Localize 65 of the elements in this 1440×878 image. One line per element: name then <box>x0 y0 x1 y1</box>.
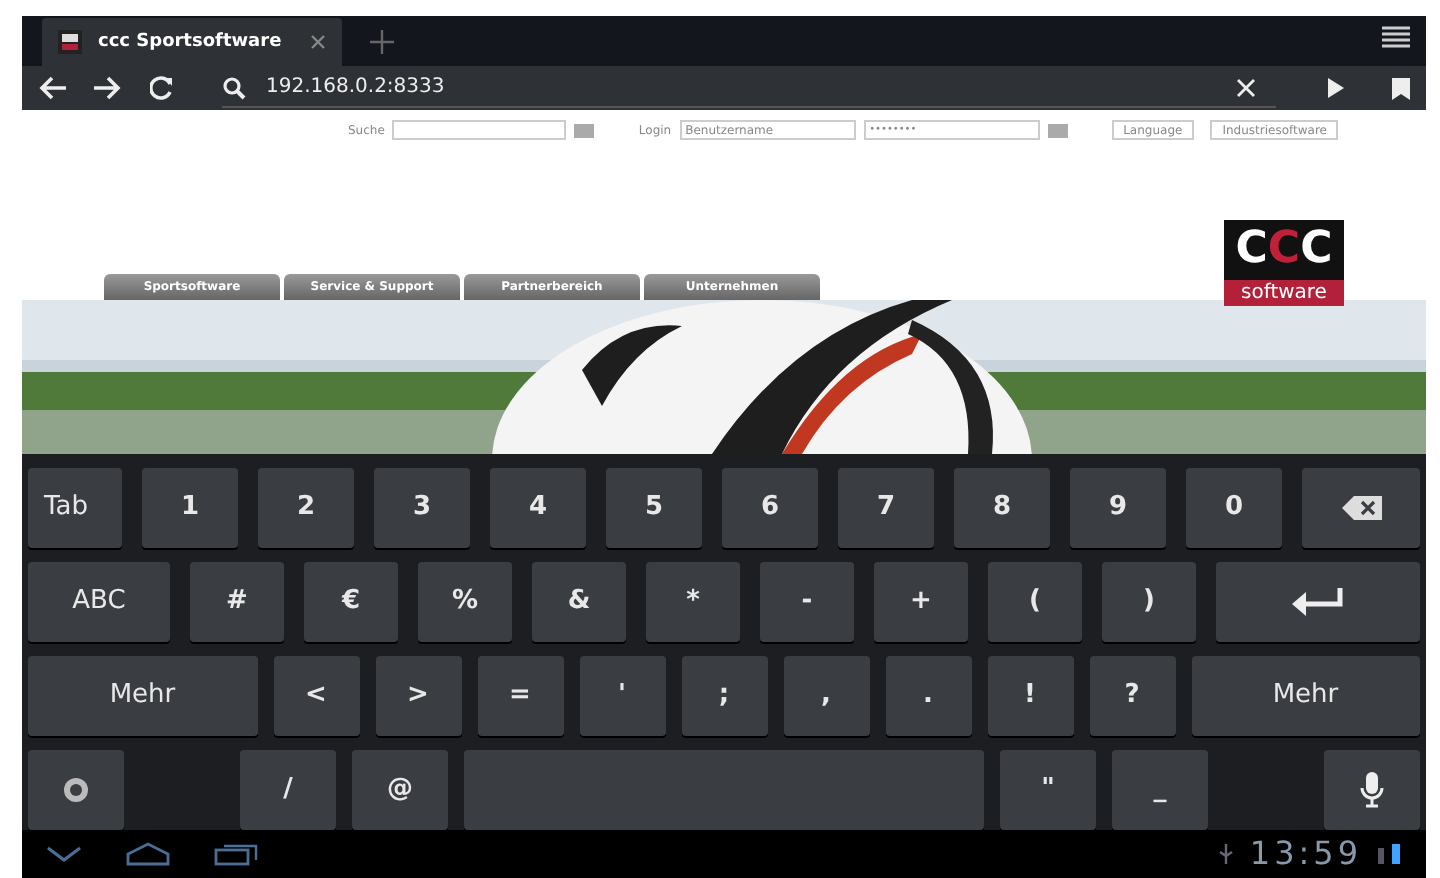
keyboard-key[interactable]: 9 <box>1070 468 1166 548</box>
keyboard-key[interactable]: 3 <box>374 468 470 548</box>
keyboard-key[interactable]: Tab <box>28 468 122 548</box>
clear-icon[interactable] <box>1236 77 1256 98</box>
tab-title: ccc Sportsoftware <box>98 29 282 56</box>
keyboard-key[interactable]: 0 <box>1186 468 1282 548</box>
keyboard-key[interactable]: = <box>477 656 563 736</box>
site-favicon <box>58 30 82 55</box>
clock: 13:59 <box>1249 832 1362 876</box>
usb-icon <box>1217 844 1234 864</box>
browser-tab[interactable]: ccc Sportsoftware <box>42 18 342 67</box>
keyboard-key[interactable]: * <box>646 562 740 642</box>
keyboard-key[interactable]: 4 <box>490 468 586 548</box>
enter-key[interactable] <box>1216 562 1420 642</box>
settings-icon <box>62 776 90 804</box>
forward-icon[interactable] <box>94 76 122 101</box>
bookmark-icon[interactable] <box>1392 77 1410 100</box>
keyboard-key[interactable]: Mehr <box>1191 656 1420 736</box>
keyboard-key[interactable]: 2 <box>258 468 354 548</box>
keyboard-key[interactable]: ABC <box>28 562 170 642</box>
keyboard-key[interactable]: ? <box>1089 656 1175 736</box>
keyboard-key[interactable]: _ <box>1112 750 1208 830</box>
keyboard-key[interactable]: ) <box>1102 562 1196 642</box>
menu-icon[interactable] <box>1382 26 1410 51</box>
new-tab-icon[interactable] <box>370 30 394 55</box>
keyboard-key[interactable]: ; <box>681 656 767 736</box>
keyboard-key[interactable]: + <box>874 562 968 642</box>
keyboard-key[interactable]: 1 <box>142 468 238 548</box>
keyboard-key[interactable]: ! <box>987 656 1073 736</box>
search-icon <box>222 75 246 100</box>
keyboard-key[interactable]: 6 <box>722 468 818 548</box>
home-icon[interactable] <box>126 842 170 866</box>
settings-key[interactable] <box>28 750 124 830</box>
reload-icon[interactable] <box>150 76 174 101</box>
back-icon[interactable] <box>38 76 66 101</box>
keyboard-key[interactable]: < <box>273 656 359 736</box>
play-icon[interactable] <box>1328 78 1344 99</box>
company-logo: CCC software <box>1224 220 1344 306</box>
battery-icon <box>1378 842 1402 866</box>
keyboard-key[interactable]: ( <box>988 562 1082 642</box>
keyboard-key[interactable]: # <box>190 562 284 642</box>
keyboard-key[interactable]: % <box>418 562 512 642</box>
keyboard-key[interactable]: ' <box>579 656 665 736</box>
keyboard-key[interactable]: 5 <box>606 468 702 548</box>
keyboard-key[interactable]: - <box>760 562 854 642</box>
keyboard-key[interactable]: & <box>532 562 626 642</box>
keyboard-key[interactable]: 8 <box>954 468 1050 548</box>
backspace-key[interactable] <box>1302 468 1420 548</box>
keyboard-key[interactable]: 7 <box>838 468 934 548</box>
microphone-key[interactable] <box>1324 750 1420 830</box>
keyboard-key[interactable]: , <box>783 656 869 736</box>
enter-icon <box>1292 588 1344 616</box>
keyboard-key[interactable]: " <box>1000 750 1096 830</box>
keyboard-key[interactable]: € <box>304 562 398 642</box>
keyboard-key[interactable]: Mehr <box>28 656 257 736</box>
keyboard-key[interactable]: / <box>240 750 336 830</box>
backspace-icon <box>1341 496 1381 520</box>
close-icon[interactable] <box>310 34 326 51</box>
keyboard-key[interactable]: @ <box>352 750 448 830</box>
microphone-icon <box>1360 772 1384 808</box>
search-field[interactable] <box>392 120 567 140</box>
hide-keyboard-icon[interactable] <box>46 846 82 862</box>
keyboard-key[interactable]: > <box>375 656 461 736</box>
recent-apps-icon[interactable] <box>214 842 258 866</box>
keyboard-key[interactable]: . <box>885 656 971 736</box>
